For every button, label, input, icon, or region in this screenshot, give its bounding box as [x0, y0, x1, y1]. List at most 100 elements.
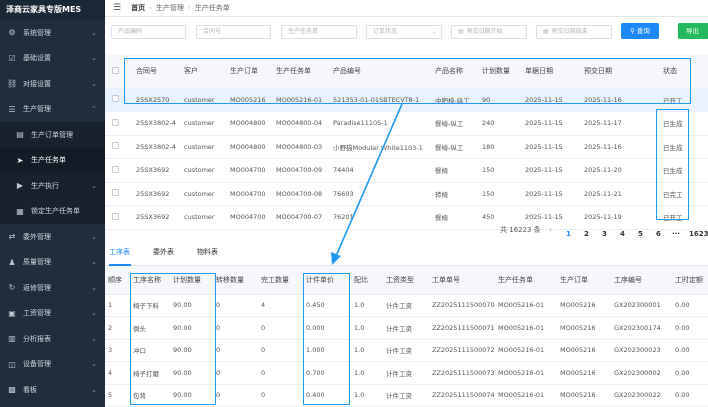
table-cell: 150 [479, 158, 522, 183]
sidebar-item-11[interactable]: ▣ 工资管理 ⌄ [0, 301, 105, 327]
page-number[interactable]: 5 [638, 230, 643, 238]
wallet-icon: ▣ [8, 308, 16, 318]
table-row[interactable]: 25SX3802-4 customer MO004800 MO004800-04 Par… [105, 111, 708, 136]
sidebar-item-label: 生产订单管理 [31, 130, 73, 139]
table-row[interactable]: 25SX3692 customer MO004700 MO004700-09 74404… [105, 158, 708, 183]
sidebar-menu: ⚙ 系统管理 ⌄ ☑ 基础设置 ⌄ ⛓ 对接设置 ⌄ ☰ 生产管理 ⌃ ▤ 生产订单管理 ➤ 生产任务单 ▶ 生产… [0, 20, 105, 403]
page-number[interactable]: 4 [620, 230, 625, 238]
menu-toggle-icon[interactable]: ☰ [113, 3, 121, 13]
row-checkbox[interactable] [112, 142, 119, 150]
sidebar: 泽商云家具专版MES ⚙ 系统管理 ⌄ ☑ 基础设置 ⌄ ⛓ 对接设置 ⌄ ☰ 生产管理 ⌃ ▤ 生产订单… [0, 0, 105, 407]
table-cell: 餐椅-纵工 [432, 135, 479, 159]
chevron-down-icon: ⌄ [91, 334, 97, 343]
sidebar-item-3[interactable]: ☰ 生产管理 ⌃ [0, 97, 105, 123]
table-cell: MO004800-03 [273, 135, 330, 159]
sidebar-item-1[interactable]: ☑ 基础设置 ⌄ [0, 46, 105, 72]
column-header[interactable] [105, 55, 133, 89]
table-row[interactable]: 5 包背 90.00 0 0 0.400 1.0 计件工资 ZZ2025111500074 MO0… [105, 384, 708, 407]
page-number[interactable]: 3 [602, 230, 607, 238]
sidebar-item-8[interactable]: ⇄ 委外管理 ⌄ [0, 224, 105, 250]
sidebar-item-14[interactable]: ▩ 看板 ⌄ [0, 377, 105, 403]
table-cell: 0 [258, 384, 303, 407]
table-cell: 0 [213, 339, 258, 362]
contract-no-input[interactable]: 合同号 [196, 25, 271, 39]
table-row[interactable]: 25SX2570 customer MO005216 MO005216-01 52135… [105, 88, 708, 112]
page-number[interactable]: 1 [566, 230, 571, 238]
due-date-start-input[interactable]: ▦ 预交日期开始 [451, 25, 527, 39]
tab-outsourcing[interactable]: 委外表 [153, 247, 174, 257]
product-code-input[interactable]: 产品编码 [111, 25, 186, 39]
table-cell: MO005216-01 [495, 339, 557, 362]
order-status-select[interactable]: 订单状态 ⌄ [366, 25, 442, 39]
sidebar-item-5[interactable]: ➤ 生产任务单 [0, 147, 105, 173]
table-cell: 0 [213, 361, 258, 385]
sidebar-item-0[interactable]: ⚙ 系统管理 ⌄ [0, 20, 105, 46]
sidebar-item-6[interactable]: ▶ 生产执行 ⌄ [0, 173, 105, 199]
export-button[interactable]: 导出 [678, 23, 708, 39]
row-checkbox-cell[interactable] [105, 135, 133, 159]
row-checkbox-cell[interactable] [105, 158, 133, 183]
table-row[interactable]: 4 椅子打磨 90.00 0 0 0.700 1.0 计件工资 ZZ2025111500073 M… [105, 361, 708, 385]
table-cell: 0.00 [672, 361, 708, 385]
breadcrumb-home[interactable]: 首页 [131, 3, 145, 13]
dashboard-icon: ▩ [8, 385, 16, 395]
sidebar-item-7[interactable]: ▦ 锁定生产任务单 [0, 198, 105, 224]
row-checkbox[interactable] [112, 118, 119, 126]
table-cell: 包背 [130, 384, 170, 407]
table-cell: customer [181, 182, 227, 206]
table-cell: 1.0 [351, 361, 383, 385]
table-cell: 餐椅-纵工 [432, 111, 479, 136]
table-cell: 计件工资 [383, 316, 429, 340]
sidebar-item-13[interactable]: ◫ 设备管理 ⌄ [0, 352, 105, 378]
tab-process[interactable]: 工序表 [109, 247, 130, 257]
column-header: 工序编号 [611, 266, 672, 295]
sidebar-item-label: 工资管理 [23, 309, 51, 318]
chevron-down-icon: ⌄ [91, 309, 97, 318]
table-cell: 椅子打磨 [130, 361, 170, 385]
page-ellipsis[interactable]: ··· [672, 230, 680, 238]
row-checkbox[interactable] [112, 189, 119, 197]
row-checkbox[interactable] [112, 95, 119, 103]
row-checkbox[interactable] [112, 212, 119, 220]
table-cell: 2025-11-16 [581, 135, 660, 159]
table-cell: GX202300002 [611, 361, 672, 385]
table-row[interactable]: 3 冲口 90.00 0 0 1.000 1.0 计件工资 ZZ2025111500072 MO0… [105, 339, 708, 362]
table-cell: 1.0 [351, 339, 383, 362]
table-cell: MO004800-04 [273, 111, 330, 136]
table-cell: 5 [105, 384, 130, 407]
due-date-end-input[interactable]: ▦ 预交日期结束 [536, 25, 612, 39]
sidebar-item-10[interactable]: ↻ 返修管理 ⌄ [0, 275, 105, 301]
page-number[interactable]: 6 [656, 230, 661, 238]
row-checkbox-cell[interactable] [105, 88, 133, 112]
table-cell: 25SX2570 [133, 88, 181, 112]
select-all-checkbox[interactable] [112, 66, 119, 74]
table-row[interactable]: 25SX3802-4 customer MO004800 MO004800-03 小野猫… [105, 135, 708, 159]
row-checkbox-cell[interactable] [105, 111, 133, 136]
page-number[interactable]: 1623 [689, 230, 708, 238]
chevron-down-icon: ⌄ [91, 232, 97, 241]
sidebar-item-12[interactable]: ▥ 分析报表 ⌄ [0, 326, 105, 352]
table-cell: MO005216-01 [495, 384, 557, 407]
sidebar-item-label: 质量管理 [23, 258, 51, 267]
sidebar-item-9[interactable]: ♟ 质量管理 ⌄ [0, 250, 105, 276]
table-row[interactable]: 25SX3692 customer MO004700 MO004700-08 76603… [105, 182, 708, 206]
row-checkbox[interactable] [112, 165, 119, 173]
table-cell: 521353-01-01SBTECVT8-1 [330, 88, 432, 112]
sidebar-item-label: 基础设置 [23, 54, 51, 63]
tab-materials[interactable]: 物料表 [197, 247, 218, 257]
table-row[interactable]: 2 倒头 90.00 0 0 0.000 1.0 计件工资 ZZ2025111500071 MO0… [105, 316, 708, 340]
task-no-input[interactable]: 生产任务单 [281, 25, 357, 39]
sidebar-item-label: 锁定生产任务单 [31, 207, 80, 216]
sidebar-item-4[interactable]: ▤ 生产订单管理 [0, 122, 105, 148]
table-cell: 240 [479, 111, 522, 136]
row-checkbox-cell[interactable] [105, 182, 133, 206]
table-cell: MO005216-01 [273, 88, 330, 112]
query-button[interactable]: ⚲ 查询 [621, 23, 659, 39]
table-row[interactable]: 1 椅子下料 90.00 0 4 0.450 1.0 计件工资 ZZ2025111500070 M… [105, 294, 708, 317]
prev-page-icon[interactable]: ‹ [549, 226, 552, 234]
table-cell: customer [181, 158, 227, 183]
chevron-down-icon: ⌄ [91, 181, 97, 190]
chevron-down-icon: ⌄ [91, 28, 97, 37]
page-number[interactable]: 2 [584, 230, 589, 238]
sidebar-item-2[interactable]: ⛓ 对接设置 ⌄ [0, 71, 105, 97]
